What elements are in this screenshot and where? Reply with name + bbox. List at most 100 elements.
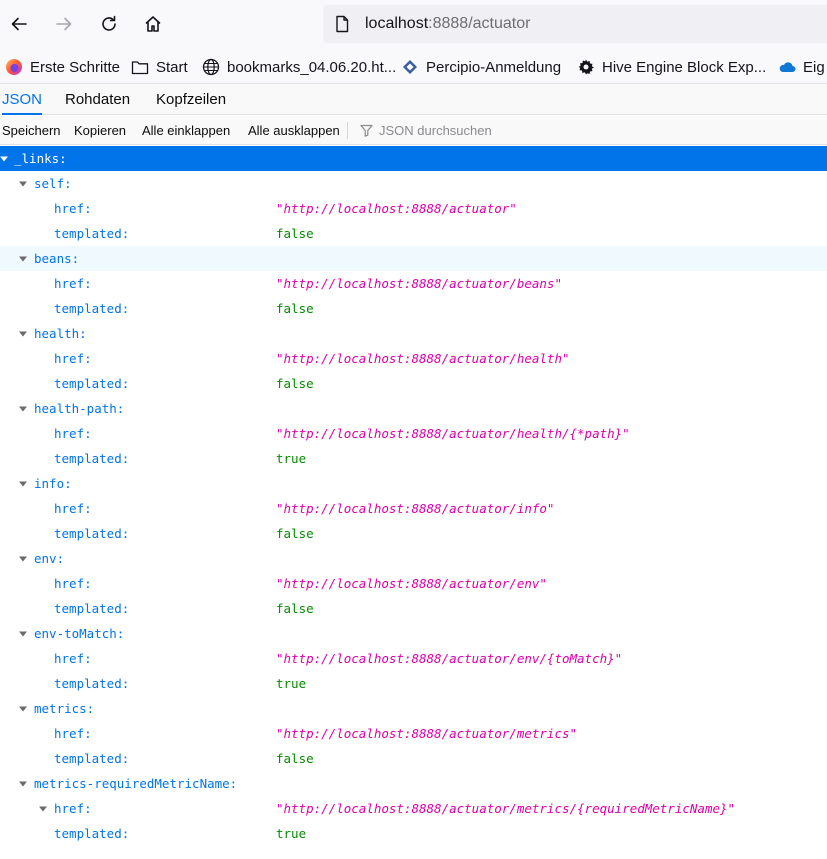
boolean-value: false (276, 601, 314, 616)
expand-toggle-icon[interactable] (17, 171, 29, 196)
tree-row[interactable]: env-toMatch: (0, 621, 827, 646)
tree-key-href: href: (54, 726, 92, 741)
bookmark-onedrive[interactable]: Eig (778, 57, 825, 77)
tree-row[interactable]: templated: false (0, 521, 827, 546)
tree-row[interactable]: templated: false (0, 371, 827, 396)
tree-key-templated: templated: (54, 226, 130, 241)
filter-json-input[interactable]: JSON durchsuchen (379, 123, 492, 138)
tree-row[interactable]: templated: false (0, 296, 827, 321)
reload-button[interactable] (93, 8, 125, 40)
tree-key-links: _links: (14, 151, 67, 166)
tree-row[interactable]: href: "http://localhost:8888/actuator/inf… (0, 496, 827, 521)
tree-key-templated: templated: (54, 301, 130, 316)
filter-icon (360, 124, 373, 137)
tree-key-href: href: (54, 426, 92, 441)
tree-row[interactable]: self: (0, 171, 827, 196)
tree-row[interactable]: href: "http://localhost:8888/actuator/met… (0, 721, 827, 746)
json-tree: _links: self: href: "http://localhost:8888/… (0, 146, 827, 859)
tree-key-templated: templated: (54, 376, 130, 391)
string-value: "http://localhost:8888/actuator" (276, 201, 517, 216)
expand-toggle-icon[interactable] (17, 771, 29, 796)
back-button[interactable] (3, 8, 35, 40)
tree-row[interactable]: health-path: (0, 396, 827, 421)
expand-toggle-icon[interactable] (0, 146, 10, 171)
tree-row[interactable]: beans: (0, 246, 827, 271)
tree-key-group: metrics: (34, 701, 95, 716)
tree-row[interactable]: href: "http://localhost:8888/actuator/env… (0, 571, 827, 596)
back-arrow-icon (11, 17, 27, 31)
tree-key-templated: templated: (54, 451, 130, 466)
toolbar-divider (347, 122, 348, 139)
bookmark-label: Erste Schritte (30, 58, 121, 76)
tree-row[interactable]: health: (0, 321, 827, 346)
expand-all-button[interactable]: Alle ausklappen (248, 123, 340, 138)
collapse-all-button[interactable]: Alle einklappen (142, 123, 230, 138)
boolean-value: false (276, 301, 314, 316)
tree-key-group: self: (34, 176, 72, 191)
expand-toggle-icon[interactable] (17, 396, 29, 421)
forward-button[interactable] (48, 8, 80, 40)
copy-button[interactable]: Kopieren (74, 123, 126, 138)
boolean-value: false (276, 526, 314, 541)
tree-key-href: href: (54, 351, 92, 366)
tree-key-href: href: (54, 801, 92, 816)
home-button[interactable] (137, 8, 169, 40)
save-button[interactable]: Speichern (2, 123, 61, 138)
tree-row[interactable]: info: (0, 471, 827, 496)
home-icon (145, 16, 161, 32)
tree-row[interactable]: env: (0, 546, 827, 571)
tree-row[interactable]: templated: true (0, 446, 827, 471)
url-text[interactable]: localhost:8888/actuator (365, 14, 530, 34)
tree-row[interactable]: href: "http://localhost:8888/actuator/met… (0, 796, 827, 821)
boolean-value: false (276, 226, 314, 241)
expand-toggle-icon[interactable] (17, 471, 29, 496)
tree-row[interactable]: _links: (0, 146, 827, 171)
tab-json[interactable]: JSON (2, 84, 43, 115)
bookmark-erste-schritte[interactable]: Erste Schritte (5, 57, 120, 77)
string-value: "http://localhost:8888/actuator/env" (276, 576, 547, 591)
tree-row[interactable]: templated: true (0, 821, 827, 846)
boolean-value: true (276, 451, 307, 466)
tree-key-group: info: (34, 476, 72, 491)
tree-key-group: env-toMatch: (34, 626, 125, 641)
bookmark-start[interactable]: Start (131, 57, 188, 77)
tree-row[interactable]: templated: true (0, 671, 827, 696)
tree-key-href: href: (54, 276, 92, 291)
tree-key-href: href: (54, 576, 92, 591)
tree-row[interactable]: templated: false (0, 596, 827, 621)
bookmark-percipio[interactable]: Percipio-Anmeldung (401, 57, 561, 77)
tree-key-templated: templated: (54, 601, 130, 616)
boolean-value: true (276, 826, 307, 841)
tree-row[interactable]: href: "http://localhost:8888/actuator/hea… (0, 421, 827, 446)
tree-row[interactable]: href: "http://localhost:8888/actuator" (0, 196, 827, 221)
expand-toggle-icon[interactable] (17, 696, 29, 721)
gear-icon (578, 59, 594, 75)
boolean-value: false (276, 751, 314, 766)
bookmarks-toolbar: Erste Schritte Start bookmarks_04.06.20.… (0, 49, 827, 84)
bookmark-bookmarks-file[interactable]: bookmarks_04.06.20.ht... (202, 57, 396, 77)
bookmark-hive-engine[interactable]: Hive Engine Block Exp... (577, 57, 766, 77)
string-value: "http://localhost:8888/actuator/beans" (276, 276, 562, 291)
bookmark-label: bookmarks_04.06.20.ht... (227, 58, 397, 76)
globe-icon (202, 58, 220, 76)
tab-headers[interactable]: Kopfzeilen (156, 84, 226, 115)
tree-key-group: health-path: (34, 401, 125, 416)
tree-row[interactable]: metrics: (0, 696, 827, 721)
cloud-icon (779, 62, 796, 72)
expand-toggle-icon[interactable] (17, 546, 29, 571)
tree-key-href: href: (54, 501, 92, 516)
string-value: "http://localhost:8888/actuator/health" (276, 351, 570, 366)
expand-toggle-icon[interactable] (17, 621, 29, 646)
tree-row[interactable]: href: "http://localhost:8888/actuator/env… (0, 646, 827, 671)
tab-raw-data[interactable]: Rohdaten (65, 84, 130, 115)
string-value: "http://localhost:8888/actuator/health/{… (276, 426, 630, 441)
tree-row[interactable]: href: "http://localhost:8888/actuator/hea… (0, 346, 827, 371)
expand-toggle-icon[interactable] (17, 321, 29, 346)
expand-toggle-icon[interactable] (37, 796, 49, 821)
url-bar[interactable]: localhost:8888/actuator (323, 5, 827, 43)
tree-row[interactable]: href: "http://localhost:8888/actuator/bea… (0, 271, 827, 296)
tree-row[interactable]: metrics-requiredMetricName: (0, 771, 827, 796)
expand-toggle-icon[interactable] (17, 246, 29, 271)
tree-row[interactable]: templated: false (0, 746, 827, 771)
tree-row[interactable]: templated: false (0, 221, 827, 246)
